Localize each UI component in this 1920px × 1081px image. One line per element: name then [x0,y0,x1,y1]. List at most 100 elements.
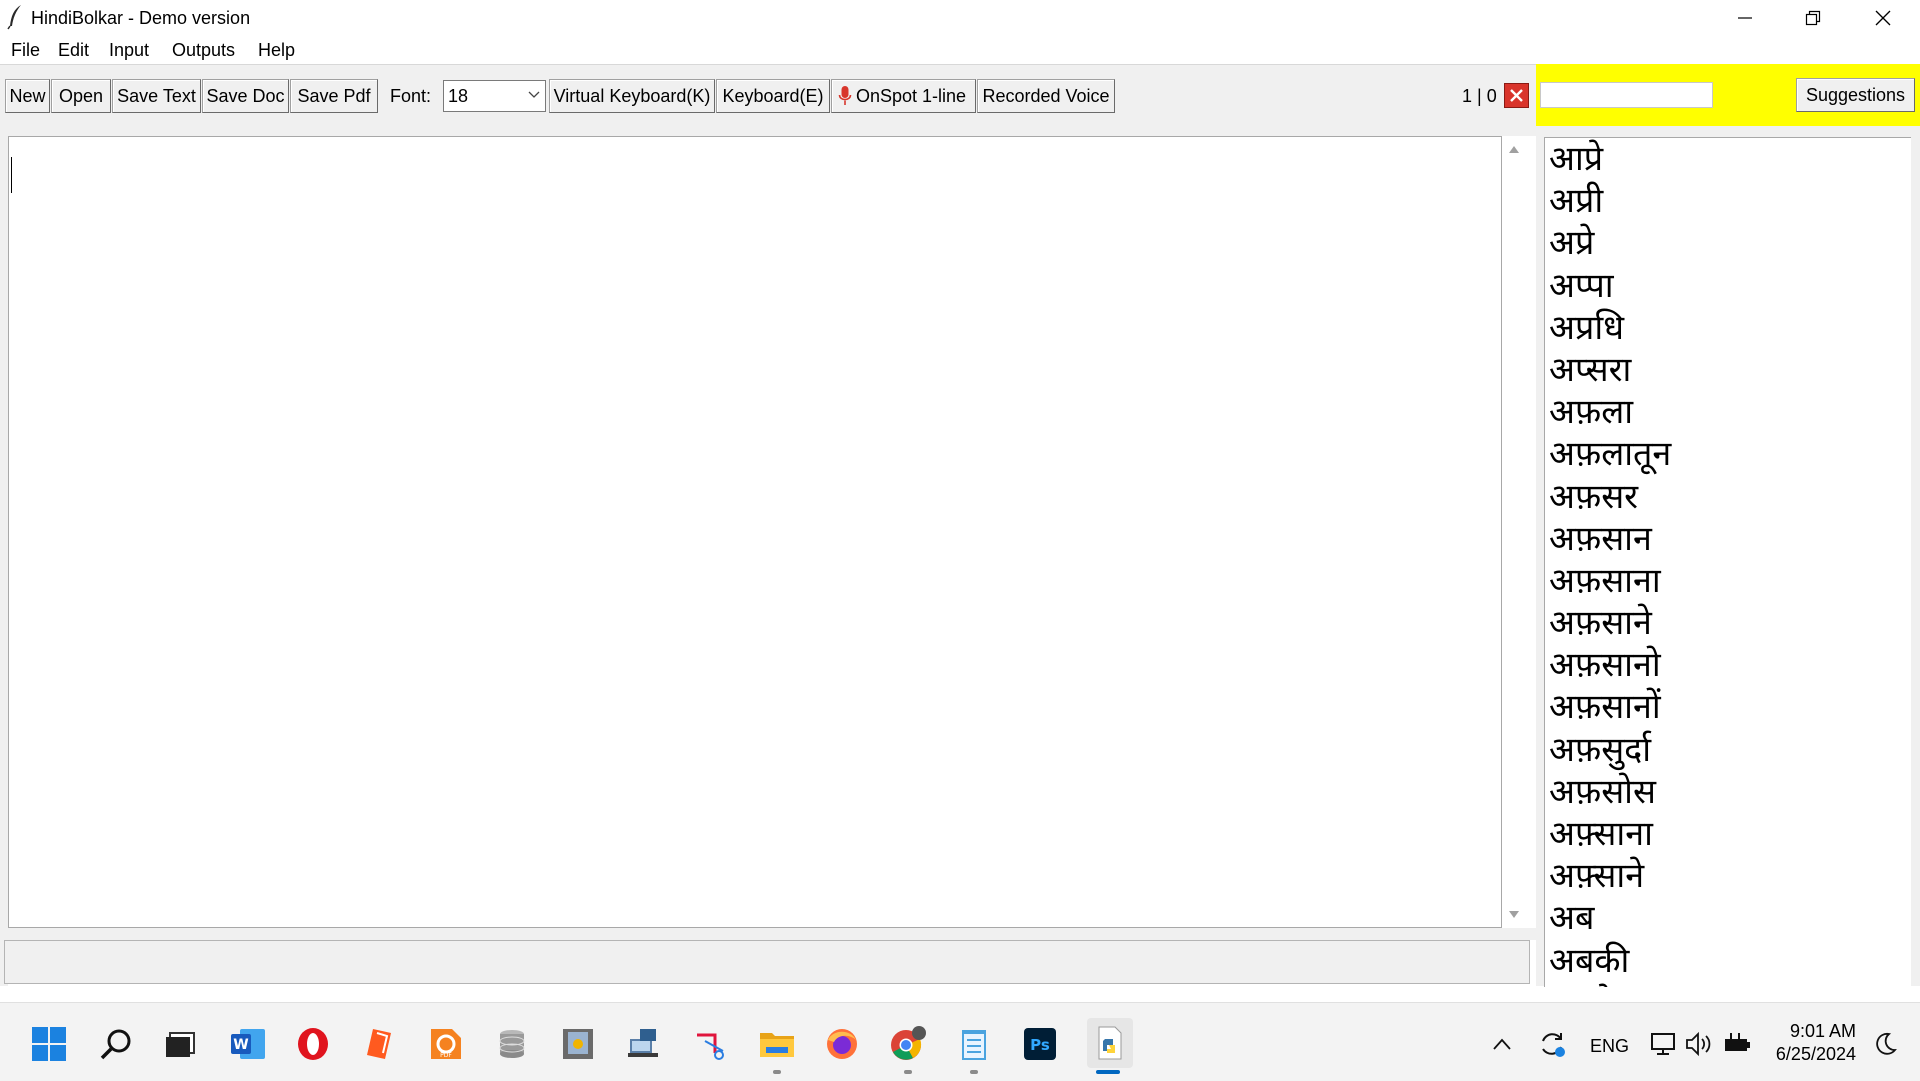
clock-date: 6/25/2024 [1775,1044,1856,1064]
font-size-value: 18 [448,86,469,106]
menu-bar: File Edit Input Outputs Help [0,36,1920,64]
pdf-reader-icon[interactable] [360,1024,400,1064]
opera-icon[interactable] [293,1024,333,1064]
save-text-button[interactable]: Save Text [112,79,201,113]
word-icon[interactable]: W [228,1024,268,1064]
menu-file[interactable]: File [11,40,40,61]
onspot-label: OnSpot 1-line [856,85,967,106]
scroll-down-icon[interactable] [1508,910,1520,920]
microphone-icon [838,86,852,105]
language-indicator[interactable]: ENG [1590,1036,1629,1057]
close-icon [1510,89,1523,102]
keyboard-button[interactable]: Keyboard(E) [716,79,830,113]
suggestion-item[interactable]: अफ़साने [1545,602,1911,644]
suggestion-item[interactable]: अब [1545,897,1911,939]
window-title: HindiBolkar - Demo version [31,8,251,28]
menu-edit[interactable]: Edit [58,40,89,61]
search-icon[interactable] [96,1024,136,1064]
suggestion-item[interactable]: अफ़ला [1545,391,1911,433]
suggestion-item[interactable]: अफ़सुर्दा [1545,729,1911,771]
network-computer-icon[interactable] [624,1024,664,1064]
new-button[interactable]: New [5,79,50,113]
chrome-running-indicator [904,1070,912,1074]
toolbar-gap [0,126,1536,136]
feather-icon [7,5,21,30]
suggestion-item[interactable]: अबके [1545,982,1911,987]
suggestion-item[interactable]: अफ़सानों [1545,686,1911,728]
svg-text:PDF: PDF [440,1052,452,1059]
suggestion-item[interactable]: अफ़सान [1545,518,1911,560]
sync-icon[interactable] [1532,1024,1572,1064]
volume-icon[interactable] [1679,1024,1719,1064]
text-editor[interactable] [8,136,1502,928]
pdf-converter-icon[interactable]: PDF [426,1024,466,1064]
task-view-icon[interactable] [161,1024,201,1064]
restore-button[interactable] [1778,0,1848,36]
suggestion-item[interactable]: अफ़सोस [1545,771,1911,813]
clock[interactable]: 9:01 AM 6/25/2024 [1760,1020,1856,1066]
notepad-running-indicator [970,1070,978,1074]
suggestion-item[interactable]: अफ़लातून [1545,433,1911,475]
chrome-icon[interactable] [888,1024,928,1064]
python-app-active-indicator [1096,1070,1120,1074]
chevron-up-icon[interactable] [1482,1024,1522,1064]
recorded-voice-button[interactable]: Recorded Voice [977,79,1115,113]
notepad-icon[interactable] [954,1024,994,1064]
status-bar [4,940,1530,984]
font-label: Font: [390,86,432,106]
snipping-tool-icon[interactable] [690,1024,730,1064]
menu-outputs[interactable]: Outputs [172,40,235,61]
counter-text: 1 | 0 [1462,86,1497,106]
suggestion-list[interactable]: आप्रे अप्री अप्रे अप्पा अप्रधि अप्सरा अफ़ला अफ़… [1544,137,1911,987]
text-caret [11,157,12,193]
database-icon[interactable] [492,1024,532,1064]
minimize-button[interactable] [1710,0,1780,36]
suggestion-item[interactable]: अप्रधि [1545,307,1911,349]
explorer-running-indicator [773,1070,781,1074]
scroll-up-icon[interactable] [1508,144,1520,154]
editor-bottom-strip [0,928,1536,940]
suggestion-item[interactable]: अप्रे [1545,222,1911,264]
suggestion-input[interactable] [1540,82,1713,108]
title-bar: HindiBolkar - Demo version [0,0,1920,36]
firefox-icon[interactable] [822,1024,862,1064]
editor-scrollbar[interactable] [1502,136,1526,928]
suggestion-item[interactable]: आप्रे [1545,138,1911,180]
restore-icon [1805,10,1821,26]
toolbar: New Open Save Text Save Doc Save Pdf Fon… [0,64,1536,127]
suggestion-item[interactable]: अफ़सानो [1545,644,1911,686]
python-app-icon[interactable] [1087,1018,1133,1068]
suggestion-item[interactable]: अप्पा [1545,265,1911,307]
suggestion-item[interactable]: अबकी [1545,940,1911,982]
photoshop-icon[interactable]: Ps [1020,1024,1060,1064]
svg-text:W: W [233,1037,248,1053]
virtual-keyboard-button[interactable]: Virtual Keyboard(K) [549,79,715,113]
svg-text:Ps: Ps [1030,1036,1050,1054]
suggestion-item[interactable]: अप्सरा [1545,349,1911,391]
battery-icon[interactable] [1717,1024,1757,1064]
certificate-icon[interactable] [558,1024,598,1064]
notification-moon-icon[interactable] [1866,1024,1906,1064]
windows-start-icon[interactable] [29,1024,69,1064]
close-button[interactable] [1848,0,1918,36]
suggestion-item[interactable]: अफ़्साना [1545,813,1911,855]
menu-input[interactable]: Input [109,40,149,61]
menu-help[interactable]: Help [258,40,295,61]
suggestion-item[interactable]: अफ़्साने [1545,855,1911,897]
file-explorer-icon[interactable] [757,1024,797,1064]
close-icon [1875,10,1891,26]
onspot-button[interactable]: OnSpot 1-line [831,79,976,113]
suggestions-button[interactable]: Suggestions [1796,78,1915,112]
save-pdf-button[interactable]: Save Pdf [290,79,378,113]
suggestion-item[interactable]: अप्री [1545,180,1911,222]
clock-time: 9:01 AM [1789,1021,1856,1041]
font-size-select[interactable]: 18 [443,80,546,112]
minimize-icon [1738,17,1752,19]
chevron-down-icon [528,91,540,98]
save-doc-button[interactable]: Save Doc [202,79,289,113]
clear-button[interactable] [1504,83,1529,108]
suggestion-item[interactable]: अफ़सर [1545,476,1911,518]
left-edge [0,126,8,986]
open-button[interactable]: Open [51,79,111,113]
suggestion-item[interactable]: अफ़साना [1545,560,1911,602]
